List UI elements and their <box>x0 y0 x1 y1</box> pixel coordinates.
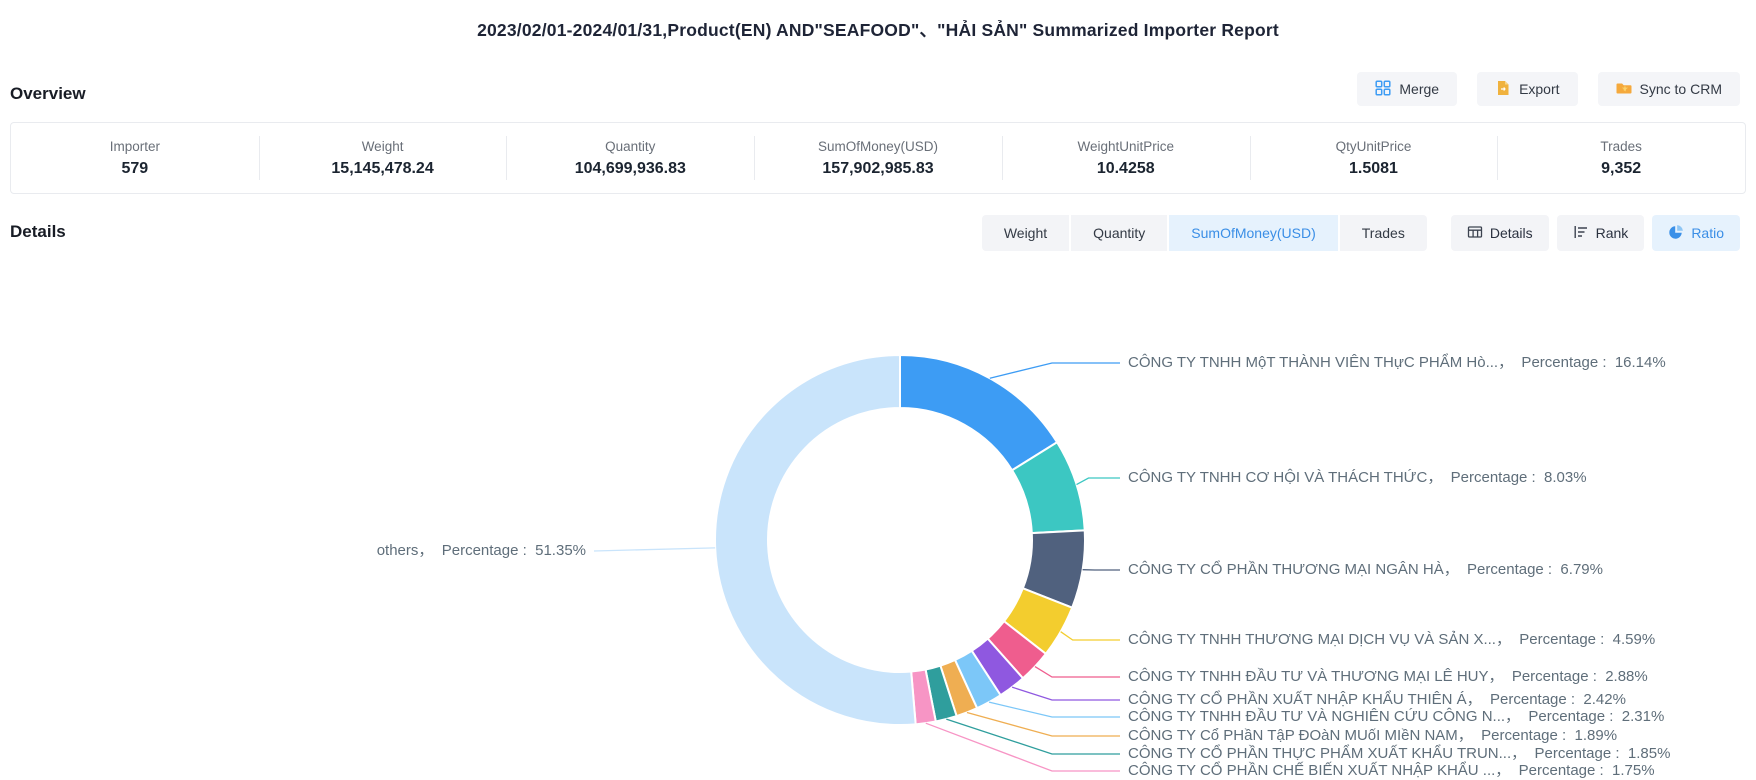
pie-slice-10[interactable] <box>715 355 916 725</box>
pie-label-0: CÔNG TY TNHH MộT THÀNH VIÊN THựC PHẨM Hò… <box>1128 352 1666 373</box>
pie-leader-line-3 <box>1061 632 1120 640</box>
importer-report-page: 2023/02/01-2024/01/31,Product(EN) AND"SE… <box>0 0 1756 780</box>
pie-label-6: CÔNG TY TNHH ĐẦU TƯ VÀ NGHIÊN CỨU CÔNG N… <box>1128 706 1664 727</box>
pie-leader-line-9 <box>926 723 1120 771</box>
pie-leader-line-4 <box>1035 667 1120 677</box>
pie-leader-line-10 <box>594 548 715 551</box>
pie-label-2: CÔNG TY CỔ PHẦN THƯƠNG MẠI NGÂN HÀ， Perc… <box>1128 559 1603 580</box>
pie-label-4: CÔNG TY TNHH ĐẦU TƯ VÀ THƯƠNG MẠI LÊ HUY… <box>1128 666 1648 687</box>
pie-leader-line-0 <box>990 363 1120 378</box>
importer-ratio-donut-chart: CÔNG TY TNHH MộT THÀNH VIÊN THựC PHẨM Hò… <box>0 0 1756 780</box>
pie-leader-line-7 <box>967 712 1120 736</box>
pie-slice-0[interactable] <box>900 355 1057 470</box>
pie-label-10: others， Percentage : 51.35% <box>377 540 586 561</box>
pie-label-3: CÔNG TY TNHH THƯƠNG MẠI DỊCH VỤ VÀ SẢN X… <box>1128 629 1655 650</box>
pie-label-9: CÔNG TY CỔ PHẦN CHẾ BIẾN XUẤT NHẬP KHẨU … <box>1128 760 1655 780</box>
donut-chart-svg <box>0 0 1756 780</box>
pie-leader-line-1 <box>1076 478 1120 485</box>
pie-leader-line-5 <box>1012 687 1120 700</box>
pie-leader-line-6 <box>989 702 1120 717</box>
pie-label-1: CÔNG TY TNHH CƠ HỘI VÀ THÁCH THỨC， Perce… <box>1128 467 1587 488</box>
